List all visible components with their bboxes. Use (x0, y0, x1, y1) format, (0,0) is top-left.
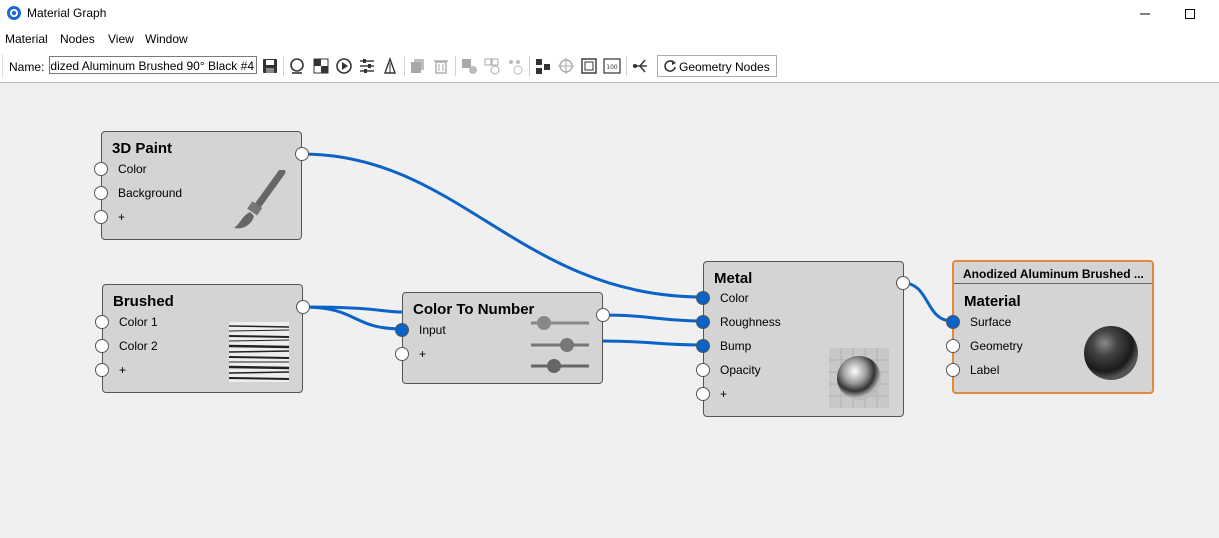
toolbar-separator (455, 56, 456, 76)
adjust-icon[interactable] (358, 57, 376, 75)
delete-icon[interactable] (432, 57, 450, 75)
port-color1-input[interactable] (95, 315, 109, 329)
material-node-header-label: Anodized Aluminum Brushed ... (963, 267, 1144, 281)
port-label: + (419, 347, 427, 361)
menu-material[interactable]: Material (5, 32, 48, 46)
save-icon[interactable] (261, 57, 279, 75)
port-output[interactable] (896, 276, 910, 290)
toolbar-grip (2, 54, 3, 78)
geometry-nodes-label: Geometry Nodes (679, 60, 770, 74)
menu-window[interactable]: Window (145, 32, 188, 46)
port-label: + (118, 210, 126, 224)
sliders-icon (531, 316, 589, 373)
toolbar-separator (529, 56, 530, 76)
port-label: + (720, 387, 728, 401)
name-label: Name: (9, 60, 45, 74)
port-color-input[interactable] (94, 162, 108, 176)
connection-icon[interactable] (631, 57, 649, 75)
menu-nodes[interactable]: Nodes (60, 32, 95, 46)
port-output[interactable] (295, 147, 309, 161)
port-roughness-input[interactable] (696, 315, 710, 329)
port-label: Input (419, 323, 446, 337)
node-brushed[interactable]: Brushed Color 1 Color 2 + (95, 284, 310, 393)
material-name-value: odized Aluminum Brushed 90° Black #4 (49, 59, 254, 73)
node-title: Brushed (113, 293, 174, 310)
port-label: Color 1 (119, 315, 158, 329)
port-label: Geometry (970, 339, 1023, 353)
zoom-fit-icon[interactable] (580, 57, 598, 75)
port-color-input[interactable] (696, 291, 710, 305)
port-geometry-input[interactable] (946, 339, 960, 353)
port-label: Label (970, 363, 1000, 377)
play-icon[interactable] (335, 57, 353, 75)
center-icon[interactable] (557, 57, 575, 75)
port-add-input[interactable] (696, 387, 710, 401)
material-name-input[interactable]: odized Aluminum Brushed 90° Black #4 (49, 56, 257, 74)
port-surface-input[interactable] (946, 315, 960, 329)
node-metal[interactable]: Metal Color Roughness Bump Opacity + (696, 261, 910, 417)
material-sphere-preview (1084, 326, 1138, 380)
port-bump-input[interactable] (696, 339, 710, 353)
refresh-icon (664, 60, 676, 72)
paintbrush-icon (234, 170, 286, 229)
port-label: Color (720, 291, 749, 305)
port-label: + (119, 363, 127, 377)
scale-icon[interactable] (381, 57, 399, 75)
toolbar-separator (283, 56, 284, 76)
port-label: Bump (720, 339, 752, 353)
menu-view[interactable]: View (108, 32, 134, 46)
port-label: Color 2 (119, 339, 158, 353)
toolbar-separator (404, 56, 405, 76)
port-output[interactable] (596, 308, 610, 322)
layout-icon[interactable] (534, 57, 552, 75)
copy-icon[interactable] (409, 57, 427, 75)
port-label: Roughness (720, 315, 781, 329)
zoom-100-icon[interactable]: 100 (603, 57, 621, 75)
geometry-nodes-button[interactable]: Geometry Nodes (657, 55, 777, 77)
toolbar-separator (626, 56, 627, 76)
port-output[interactable] (296, 300, 310, 314)
node-color-to-number[interactable]: Color To Number Input + (395, 292, 610, 384)
port-background-input[interactable] (94, 186, 108, 200)
minimize-icon (1140, 13, 1150, 15)
port-add-input[interactable] (94, 210, 108, 224)
svg-text:100: 100 (606, 64, 618, 71)
port-label: Color (118, 162, 147, 176)
metal-sphere-preview (829, 348, 889, 408)
port-add-input[interactable] (395, 347, 409, 361)
maximize-button[interactable] (1167, 0, 1213, 28)
node-material[interactable]: Anodized Aluminum Brushed ... Material S… (946, 260, 1154, 394)
port-add-input[interactable] (95, 363, 109, 377)
brushed-texture-preview (229, 322, 289, 382)
material-preview-icon[interactable] (288, 57, 306, 75)
node-title: Metal (714, 270, 753, 287)
node-3d-paint[interactable]: 3D Paint Color Background + (94, 131, 309, 240)
window-title: Material Graph (27, 6, 107, 20)
title-bar: Material Graph (0, 0, 1219, 28)
menu-bar: Material Nodes View Window (0, 28, 1219, 50)
checker-icon[interactable] (312, 57, 330, 75)
node-title: Color To Number (413, 301, 535, 318)
port-input[interactable] (395, 323, 409, 337)
node-title: 3D Paint (112, 140, 173, 157)
port-label: Background (118, 186, 183, 200)
port-color2-input[interactable] (95, 339, 109, 353)
maximize-icon (1185, 9, 1195, 19)
port-label: Surface (970, 315, 1012, 329)
node-settings-icon[interactable] (460, 57, 478, 75)
material-node-header: Anodized Aluminum Brushed ... (954, 262, 1152, 284)
node-ungroup-icon[interactable] (506, 57, 524, 75)
port-opacity-input[interactable] (696, 363, 710, 377)
minimize-button[interactable] (1122, 0, 1168, 28)
toolbar: Name: odized Aluminum Brushed 90° Black … (0, 50, 1219, 83)
node-group-icon[interactable] (483, 57, 501, 75)
app-icon (7, 6, 21, 20)
port-label: Opacity (720, 363, 761, 377)
node-title: Material (964, 293, 1021, 310)
port-label-input[interactable] (946, 363, 960, 377)
